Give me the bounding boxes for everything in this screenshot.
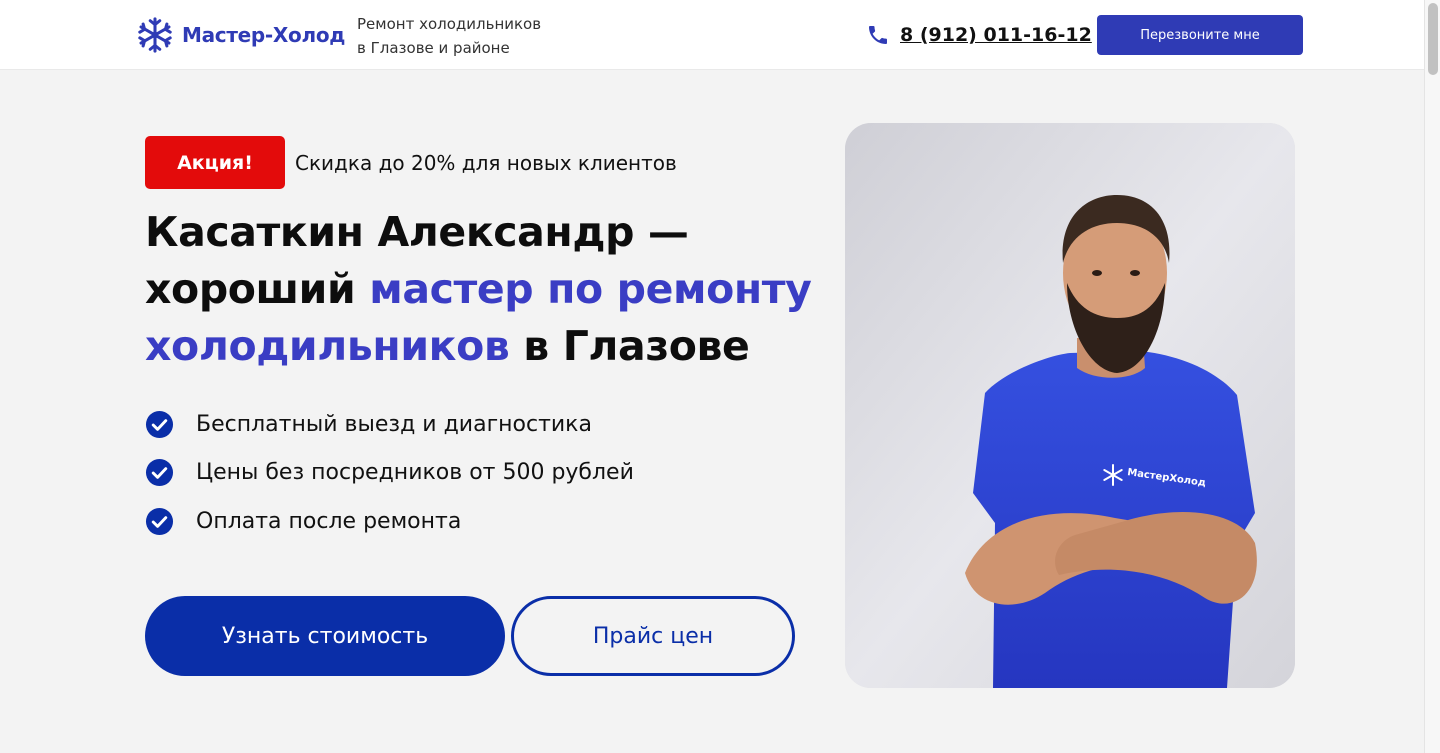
feature-list: Бесплатный выезд и диагностика Цены без … — [145, 400, 634, 546]
tagline: Ремонт холодильников в Глазове и районе — [357, 12, 541, 60]
headline-part-2: в Глазове — [509, 322, 750, 370]
feature-text: Оплата после ремонта — [196, 508, 462, 534]
tagline-line-1: Ремонт холодильников — [357, 15, 542, 33]
feature-item: Оплата после ремонта — [145, 497, 634, 546]
logo-text: Мастер-Холод — [182, 23, 346, 47]
master-illustration: МастерХолод — [845, 123, 1295, 688]
check-circle-icon — [145, 410, 174, 438]
get-price-button[interactable]: Узнать стоимость — [145, 596, 505, 676]
check-circle-icon — [145, 507, 174, 535]
master-photo: МастерХолод — [845, 123, 1295, 688]
price-list-button[interactable]: Прайс цен — [511, 596, 795, 676]
phone-number: 8 (912) 011-16-12 — [900, 24, 1092, 46]
hero-headline: Касаткин Александр — хороший мастер по р… — [145, 204, 825, 375]
logo[interactable]: Мастер-Холод — [136, 17, 345, 53]
tagline-line-2: в Глазове и районе — [357, 39, 510, 57]
promo-text: Скидка до 20% для новых клиентов — [295, 150, 677, 175]
phone-icon — [869, 26, 887, 44]
promo-badge: Акция! — [145, 136, 285, 189]
callback-button[interactable]: Перезвоните мне — [1097, 15, 1303, 55]
scrollbar-thumb[interactable] — [1428, 3, 1438, 75]
check-circle-icon — [145, 459, 174, 487]
phone-link[interactable]: 8 (912) 011-16-12 — [866, 21, 1092, 49]
feature-text: Цены без посредников от 500 рублей — [196, 460, 634, 486]
snowflake-icon — [138, 17, 172, 53]
promo-row: Акция! Скидка до 20% для новых клиентов — [145, 136, 677, 189]
feature-text: Бесплатный выезд и диагностика — [196, 411, 592, 437]
feature-item: Цены без посредников от 500 рублей — [145, 449, 634, 498]
feature-item: Бесплатный выезд и диагностика — [145, 400, 634, 449]
site-header: Мастер-Холод Ремонт холодильников в Глаз… — [0, 0, 1424, 70]
page-scrollbar[interactable] — [1424, 0, 1440, 753]
